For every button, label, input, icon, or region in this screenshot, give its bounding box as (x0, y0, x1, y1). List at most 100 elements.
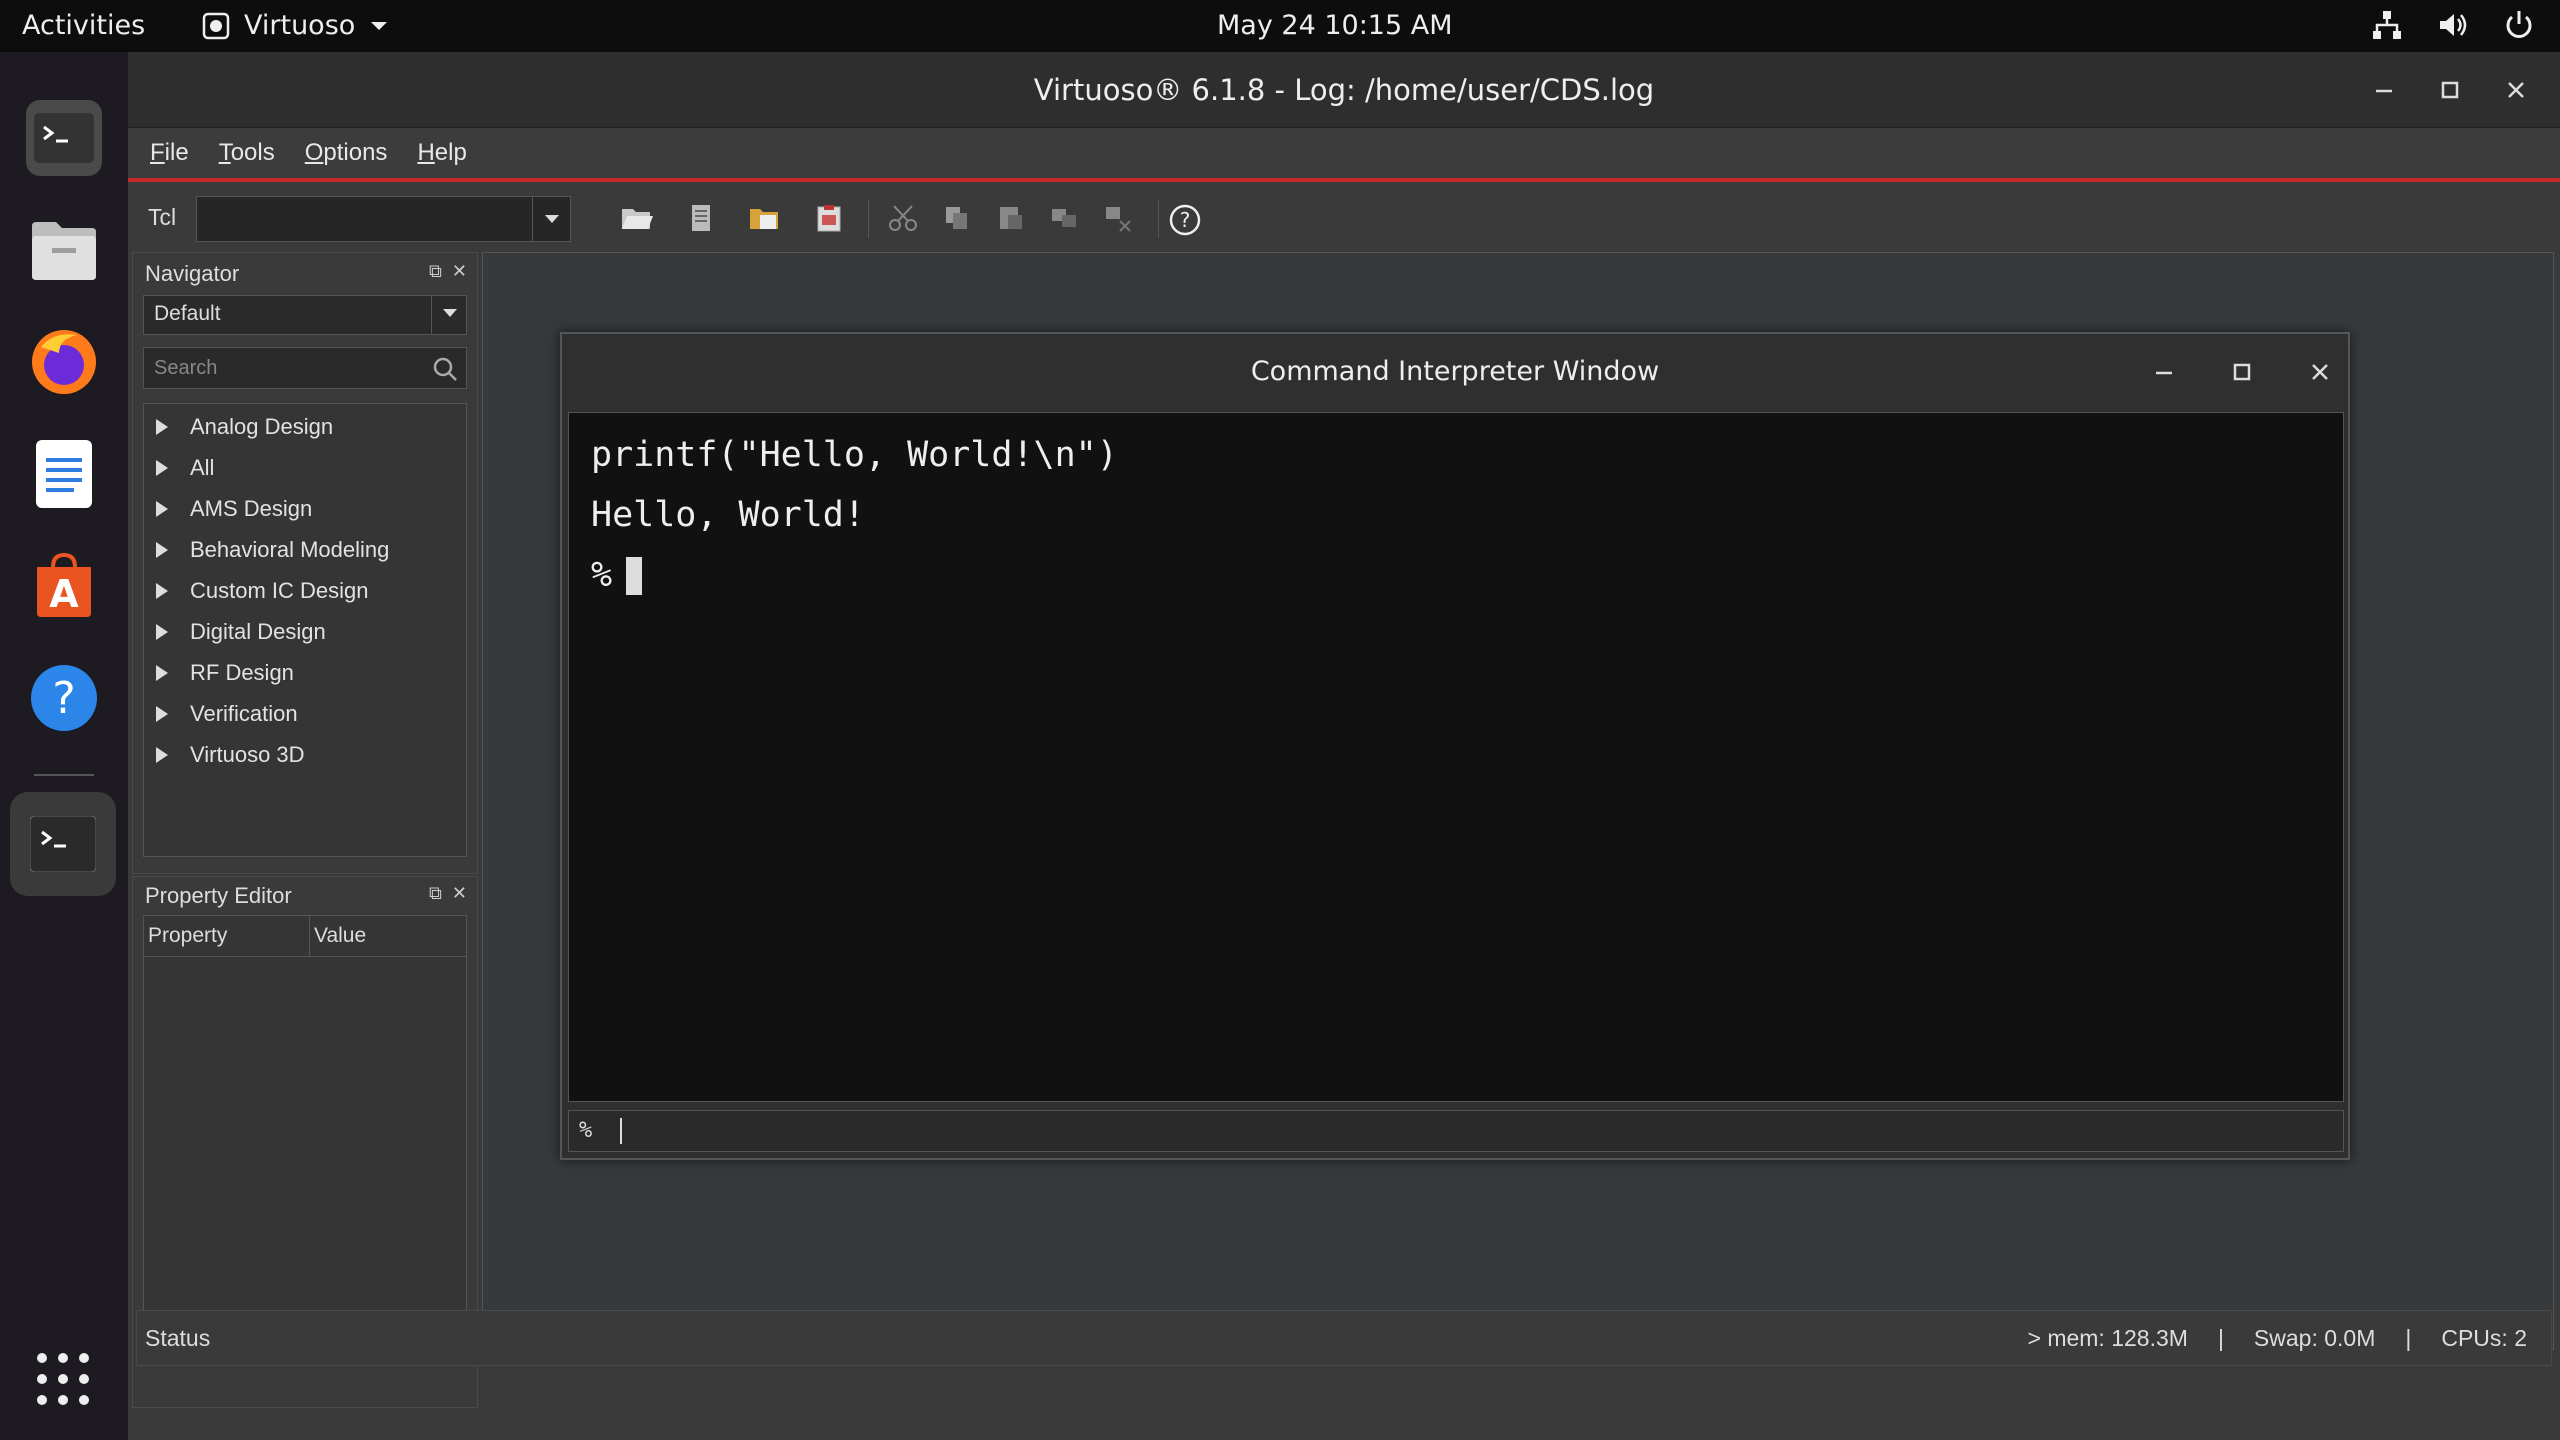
files-icon[interactable] (26, 212, 102, 288)
ciw-title: Command Interpreter Window (1250, 355, 1660, 387)
power-icon[interactable] (2502, 8, 2536, 42)
show-apps-icon[interactable] (36, 1352, 90, 1411)
float-icon[interactable]: ⧉ (429, 261, 442, 282)
help-icon[interactable]: ? (1168, 203, 1202, 236)
expand-arrow-icon[interactable] (156, 419, 168, 435)
swap-usage: Swap: 0.0M (2253, 1325, 2376, 1351)
ciw-output-console[interactable]: printf("Hello, World!\n") Hello, World! … (568, 412, 2344, 1102)
close-icon[interactable]: ✕ (452, 261, 467, 282)
minimize-icon[interactable] (2144, 352, 2184, 392)
svg-text:?: ? (1180, 208, 1191, 232)
terminal-active-icon[interactable] (10, 792, 116, 896)
ciw-titlebar: Command Interpreter Window (562, 334, 2348, 408)
property-table-header: Property Value (143, 915, 467, 957)
help-icon[interactable]: ? (26, 660, 102, 736)
move-object-icon[interactable] (1102, 203, 1136, 235)
status-separator: | (2217, 1325, 2224, 1351)
column-value[interactable]: Value (310, 916, 370, 956)
maximize-icon[interactable] (2222, 352, 2262, 392)
app-menu[interactable]: Virtuoso (202, 10, 389, 41)
status-bar: Status > mem: 128.3M | Swap: 0.0M | CPUs… (136, 1310, 2552, 1366)
navigator-search-input[interactable]: Search (143, 347, 467, 389)
status-label: Status (145, 1325, 211, 1351)
clipboard-icon[interactable] (812, 203, 846, 235)
clock[interactable]: May 24 10:15 AM (1217, 10, 1453, 41)
property-editor-title: Property Editor (145, 883, 292, 908)
tree-item[interactable]: All (156, 455, 214, 481)
console-prompt: % (591, 555, 613, 595)
activities-button[interactable]: Activities (22, 10, 145, 41)
expand-arrow-icon[interactable] (156, 706, 168, 722)
console-line: Hello, World! (591, 495, 865, 535)
ciw-command-input[interactable]: % (568, 1110, 2344, 1152)
copy-icon[interactable] (940, 203, 974, 235)
expand-arrow-icon[interactable] (156, 624, 168, 640)
tcl-command-combo[interactable] (196, 196, 571, 242)
open-folder-icon[interactable] (620, 203, 654, 235)
close-icon[interactable] (2496, 70, 2536, 110)
minimize-icon[interactable] (2364, 70, 2404, 110)
navigator-tree: Analog Design All AMS Design Behavioral … (143, 403, 467, 857)
document-icon[interactable] (684, 203, 718, 235)
text-cursor (626, 557, 643, 595)
window-titlebar: Virtuoso® 6.1.8 - Log: /home/user/CDS.lo… (128, 52, 2560, 128)
menu-tools[interactable]: Tools (219, 139, 275, 167)
menu-bar: File Tools Options Help (128, 128, 2560, 182)
status-separator: | (2405, 1325, 2412, 1351)
menu-options[interactable]: Options (305, 139, 388, 167)
volume-icon[interactable] (2436, 8, 2470, 42)
text-editor-icon[interactable] (26, 436, 102, 512)
navigator-filter-value: Default (154, 302, 221, 325)
close-icon[interactable] (2300, 352, 2340, 392)
cpu-count: CPUs: 2 (2441, 1325, 2527, 1351)
maximize-icon[interactable] (2430, 70, 2470, 110)
cut-icon[interactable] (886, 203, 920, 235)
menu-file[interactable]: File (150, 139, 189, 167)
tree-item[interactable]: Analog Design (156, 414, 333, 440)
app-name: Virtuoso (244, 10, 356, 41)
chevron-down-icon[interactable] (442, 308, 458, 318)
app-store-icon[interactable]: A (26, 548, 102, 624)
window-title: Virtuoso® 6.1.8 - Log: /home/user/CDS.lo… (1033, 72, 1655, 107)
svg-text:A: A (49, 572, 79, 616)
chevron-down-icon[interactable] (532, 197, 570, 241)
tree-item[interactable]: Behavioral Modeling (156, 537, 389, 563)
console-prompt-line: % (591, 555, 643, 595)
terminal-icon[interactable] (26, 100, 102, 176)
menu-help[interactable]: Help (417, 139, 466, 167)
expand-arrow-icon[interactable] (156, 665, 168, 681)
virtuoso-app-icon (202, 12, 230, 39)
tree-item[interactable]: Digital Design (156, 619, 326, 645)
dock: A ? (0, 52, 128, 1440)
expand-arrow-icon[interactable] (156, 583, 168, 599)
navigator-filter-combo[interactable]: Default (143, 295, 467, 335)
close-icon[interactable]: ✕ (452, 883, 467, 904)
network-icon[interactable] (2370, 8, 2404, 42)
toolbar-separator (1158, 200, 1159, 238)
column-property[interactable]: Property (144, 916, 310, 956)
dock-separator (34, 774, 94, 776)
tree-item[interactable]: Virtuoso 3D (156, 742, 305, 768)
tree-item[interactable]: Verification (156, 701, 298, 727)
copy-object-icon[interactable] (1048, 203, 1082, 235)
chevron-down-icon (371, 21, 388, 30)
search-icon[interactable] (432, 356, 458, 382)
property-table-body (143, 957, 467, 1335)
console-line: printf("Hello, World!\n") (591, 435, 1118, 475)
float-icon[interactable]: ⧉ (429, 883, 442, 904)
paste-icon[interactable] (994, 203, 1028, 235)
tree-item[interactable]: RF Design (156, 660, 294, 686)
toolbar: Tcl ? (128, 186, 2560, 252)
expand-arrow-icon[interactable] (156, 542, 168, 558)
memory-usage: > mem: 128.3M (2027, 1325, 2188, 1351)
expand-arrow-icon[interactable] (156, 501, 168, 517)
library-icon[interactable] (748, 203, 782, 235)
navigator-panel: Navigator ⧉ ✕ Default Search Analog Desig… (132, 252, 478, 874)
expand-arrow-icon[interactable] (156, 747, 168, 763)
tree-item[interactable]: AMS Design (156, 496, 312, 522)
tree-item[interactable]: Custom IC Design (156, 578, 369, 604)
navigator-title: Navigator (145, 261, 240, 286)
expand-arrow-icon[interactable] (156, 460, 168, 476)
toolbar-separator (868, 200, 869, 238)
firefox-icon[interactable] (26, 324, 102, 400)
